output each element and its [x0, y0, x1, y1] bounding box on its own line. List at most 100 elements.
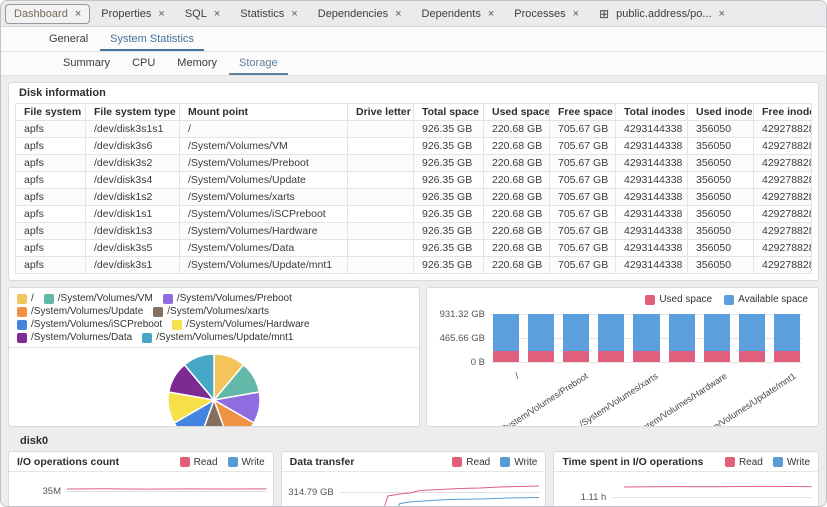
time-spent-io-panel: Time spent in I/O operations Read Write [553, 451, 819, 507]
tab-label: SQL [185, 8, 207, 20]
table-grid-icon: ⊞ [599, 8, 609, 20]
table-row[interactable]: apfs /dev/disk1s2 /System/Volumes/xarts … [16, 189, 812, 206]
tab-cpu[interactable]: CPU [122, 52, 165, 75]
stacked-bar[interactable] [528, 314, 554, 362]
stacked-bar[interactable] [669, 314, 695, 362]
disk-information-title: Disk information [9, 83, 818, 101]
column-header[interactable]: Free inodes [754, 104, 812, 121]
stacked-bar[interactable] [598, 314, 624, 362]
document-tab[interactable]: Dependencies × [309, 4, 411, 24]
column-header[interactable]: File system [16, 104, 86, 121]
stacked-bar[interactable] [563, 314, 589, 362]
stacked-bar[interactable] [493, 314, 519, 362]
cell-total-inodes: 4293144338 [616, 155, 688, 172]
tab-storage[interactable]: Storage [229, 52, 288, 75]
cell-free-inodes: 4292788288 [754, 257, 812, 274]
legend-label: Read [194, 457, 218, 468]
bar-used-segment [563, 351, 589, 362]
legend-item[interactable]: /System/Volumes/Data [17, 332, 132, 343]
tab-general[interactable]: General [39, 28, 98, 51]
cell-total-inodes: 4293144338 [616, 223, 688, 240]
legend-item[interactable]: /System/Volumes/Update [17, 306, 143, 317]
table-row[interactable]: apfs /dev/disk3s4 /System/Volumes/Update… [16, 172, 812, 189]
legend-item[interactable]: Read [180, 457, 218, 468]
close-icon[interactable]: × [75, 8, 81, 20]
stacked-bar[interactable] [633, 314, 659, 362]
column-header[interactable]: Total space [414, 104, 484, 121]
document-tab[interactable]: Properties × [92, 4, 174, 24]
cell-mount-point: /System/Volumes/Preboot [180, 155, 348, 172]
legend-label: /System/Volumes/Preboot [177, 293, 292, 304]
table-body: apfs /dev/disk3s1s1 / 926.35 GB 220.68 G… [16, 121, 812, 274]
column-header[interactable]: Total inodes [616, 104, 688, 121]
legend-item[interactable]: /System/Volumes/VM [44, 293, 153, 304]
column-header[interactable]: Drive letter [348, 104, 414, 121]
tab-label: Dependencies [318, 8, 388, 20]
chart-legend: Read Write [180, 457, 265, 468]
legend-item[interactable]: /System/Volumes/iSCPreboot [17, 319, 162, 330]
cell-free-space: 705.67 GB [550, 223, 616, 240]
close-icon[interactable]: × [395, 8, 401, 20]
document-tab[interactable]: Statistics × [231, 4, 306, 24]
disk-information-table: File systemFile system typeMount pointDr… [15, 103, 812, 274]
close-icon[interactable]: × [719, 8, 725, 20]
table-row[interactable]: apfs /dev/disk3s5 /System/Volumes/Data 9… [16, 240, 812, 257]
document-tab[interactable]: Dependents × [413, 4, 504, 24]
table-row[interactable]: apfs /dev/disk3s1s1 / 926.35 GB 220.68 G… [16, 121, 812, 138]
x-axis-labels: //System/Volumes/Preboot/System/Volumes/… [491, 362, 802, 422]
bar-available-segment [563, 314, 589, 350]
table-row[interactable]: apfs /dev/disk3s1 /System/Volumes/Update… [16, 257, 812, 274]
legend-item[interactable]: Read [452, 457, 490, 468]
table-row[interactable]: apfs /dev/disk1s3 /System/Volumes/Hardwa… [16, 223, 812, 240]
legend-item[interactable]: Read [725, 457, 763, 468]
cell-free-inodes: 4292788288 [754, 138, 812, 155]
column-header[interactable]: Mount point [180, 104, 348, 121]
cell-used-inodes: 356050 [688, 223, 754, 240]
pie-legend: / /System/Volumes/VM /System/Volumes/Pre… [9, 288, 419, 348]
close-icon[interactable]: × [488, 8, 494, 20]
tab-memory[interactable]: Memory [167, 52, 227, 75]
column-header[interactable]: File system type [86, 104, 180, 121]
stacked-bar[interactable] [774, 314, 800, 362]
chart-title: Data transfer [290, 456, 355, 468]
y-axis-tick: 314.79 GB [282, 487, 334, 498]
document-tab[interactable]: SQL × [176, 4, 229, 24]
cell-free-inodes: 4292788288 [754, 121, 812, 138]
close-icon[interactable]: × [158, 8, 164, 20]
table-row[interactable]: apfs /dev/disk3s2 /System/Volumes/Preboo… [16, 155, 812, 172]
document-tab[interactable]: ⊞ public.address/po... × [590, 4, 734, 24]
legend-item[interactable]: /System/Volumes/xarts [153, 306, 269, 317]
cell-total-inodes: 4293144338 [616, 240, 688, 257]
close-icon[interactable]: × [291, 8, 297, 20]
tab-summary[interactable]: Summary [53, 52, 120, 75]
legend-item[interactable]: Write [773, 457, 810, 468]
close-icon[interactable]: × [214, 8, 220, 20]
series-line-write [394, 498, 540, 507]
cell-total-inodes: 4293144338 [616, 189, 688, 206]
legend-item[interactable]: Available space [724, 294, 808, 305]
column-header[interactable]: Free space [550, 104, 616, 121]
tab-dashboard[interactable]: Dashboard × [5, 4, 90, 24]
stacked-bar[interactable] [739, 314, 765, 362]
legend-item[interactable]: /System/Volumes/Update/mnt1 [142, 332, 293, 343]
bar-used-segment [633, 351, 659, 362]
legend-item[interactable]: /System/Volumes/Preboot [163, 293, 292, 304]
column-header[interactable]: Used space [484, 104, 550, 121]
legend-item[interactable]: /System/Volumes/Hardware [172, 319, 309, 330]
tab-system-statistics[interactable]: System Statistics [100, 28, 204, 51]
x-axis-tick: / [513, 371, 521, 381]
cell-drive-letter [348, 240, 414, 257]
close-icon[interactable]: × [573, 8, 579, 20]
legend-item[interactable]: Used space [645, 294, 712, 305]
stacked-bar[interactable] [704, 314, 730, 362]
document-tab[interactable]: Processes × [505, 4, 588, 24]
legend-swatch [172, 320, 182, 330]
table-row[interactable]: apfs /dev/disk3s6 /System/Volumes/VM 926… [16, 138, 812, 155]
cell-drive-letter [348, 138, 414, 155]
legend-item[interactable]: / [17, 293, 34, 304]
column-header[interactable]: Used inodes [688, 104, 754, 121]
table-row[interactable]: apfs /dev/disk1s1 /System/Volumes/iSCPre… [16, 206, 812, 223]
cell-total-inodes: 4293144338 [616, 121, 688, 138]
legend-item[interactable]: Write [228, 457, 265, 468]
legend-item[interactable]: Write [500, 457, 537, 468]
